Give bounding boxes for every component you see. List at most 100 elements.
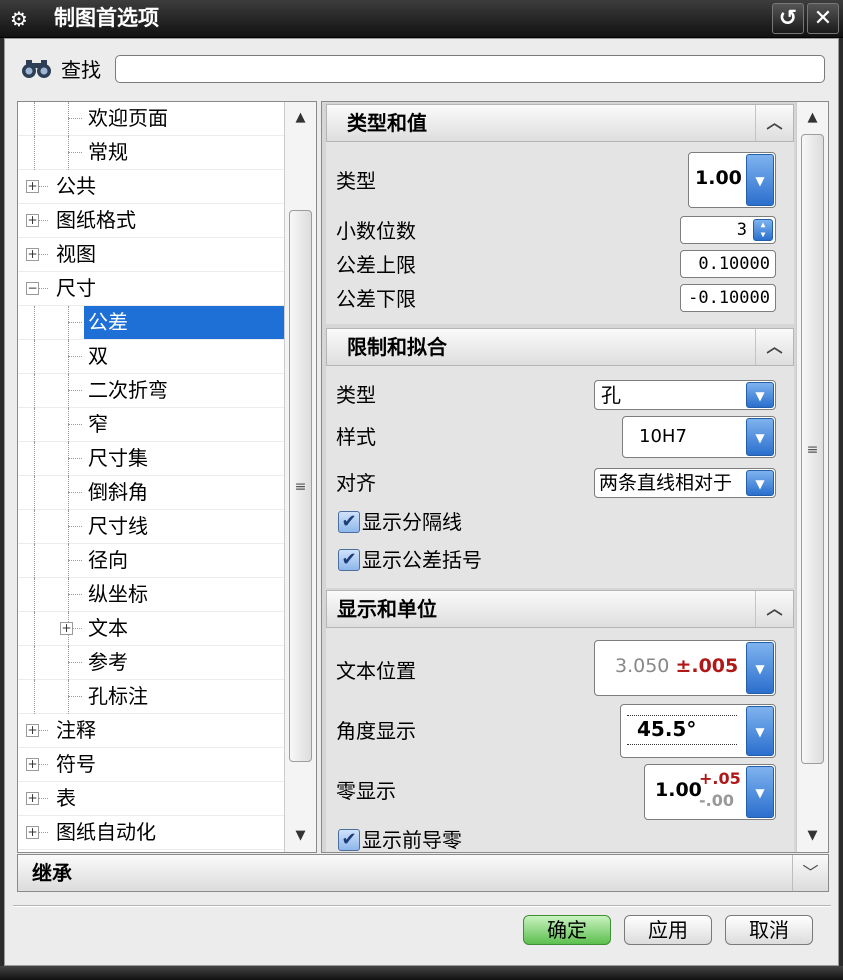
tree-item-label: 视图	[56, 242, 96, 266]
tree-scrollbar[interactable]: ▲ ≡ ▼	[284, 102, 316, 852]
tree-item[interactable]: 窄	[18, 408, 284, 442]
expand-icon[interactable]: +	[26, 248, 39, 261]
chevron-down-icon[interactable]: ▼	[746, 706, 774, 756]
chevron-down-icon[interactable]: ▼	[746, 642, 774, 694]
lower-limit-label: 公差下限	[336, 287, 416, 311]
expand-icon[interactable]: +	[26, 826, 39, 839]
show-brackets-label: 显示公差括号	[362, 548, 482, 572]
properties-content: 类型和值 ︿ 类型 1.00 ▼ 小数位数 3 ▲ ▼ 公差上限 0.10000 …	[322, 102, 796, 852]
chevron-down-icon[interactable]: ▼	[746, 382, 774, 408]
expand-icon[interactable]: +	[26, 758, 39, 771]
decimals-stepper[interactable]: 3 ▲ ▼	[680, 216, 776, 244]
collapse-icon[interactable]: ︿	[755, 591, 793, 627]
group-header-type-value[interactable]: 类型和值 ︿	[326, 104, 794, 142]
zero-display-dropdown[interactable]: 1.00 +.05 -.00 ▼	[644, 764, 776, 820]
expand-icon[interactable]: +	[26, 180, 39, 193]
expand-icon[interactable]: +	[60, 622, 73, 635]
fit-style-dropdown[interactable]: 10H7 ▼	[622, 416, 776, 458]
collapse-icon[interactable]: −	[26, 282, 39, 295]
close-icon[interactable]: ✕	[807, 3, 839, 34]
group-title: 显示和单位	[337, 597, 437, 621]
checkmark-icon[interactable]: ✔	[338, 829, 360, 851]
group-header-limits-fits[interactable]: 限制和拟合 ︿	[326, 328, 794, 366]
apply-button[interactable]: 应用	[624, 915, 712, 945]
scroll-thumb[interactable]: ≡	[801, 134, 824, 764]
tree-item[interactable]: 孔标注	[18, 680, 284, 714]
tree-item[interactable]: 公差	[18, 306, 284, 340]
gear-icon[interactable]: ⚙	[7, 7, 31, 31]
expand-icon[interactable]: +	[26, 792, 39, 805]
tree-item[interactable]: + 视图	[18, 238, 284, 272]
expand-icon[interactable]: +	[26, 214, 39, 227]
inherit-section[interactable]: 继承 ﹀	[17, 854, 829, 892]
chevron-down-icon[interactable]: ▼	[746, 470, 774, 496]
tree-item[interactable]: 倒斜角	[18, 476, 284, 510]
lower-limit-input[interactable]: -0.10000	[680, 284, 776, 312]
expand-icon[interactable]: +	[26, 724, 39, 737]
tree-guide-line	[34, 612, 35, 646]
properties-scrollbar[interactable]: ▲ ≡ ▼	[796, 102, 828, 852]
tree-item[interactable]: + 符号	[18, 748, 284, 782]
tree-guide-line	[34, 136, 35, 170]
fit-type-value: 孔	[601, 383, 621, 407]
tree-guide-line	[68, 594, 82, 595]
collapse-icon[interactable]: ︿	[755, 329, 793, 365]
tree-item[interactable]: 参考	[18, 646, 284, 680]
preference-tree: 欢迎页面 常规 + 公共 + 图纸格式 + 视图 − 尺寸 公差双二次折弯窄尺寸集 倒斜角 尺寸线 径向纵…	[17, 101, 317, 853]
tree-item-label: 符号	[56, 752, 96, 776]
collapse-icon[interactable]: ︿	[755, 105, 793, 141]
reset-icon[interactable]: ↺	[772, 3, 804, 34]
tree-guide-line	[68, 544, 69, 578]
checkmark-icon[interactable]: ✔	[338, 511, 360, 533]
scroll-up-icon[interactable]: ▲	[797, 102, 828, 134]
scroll-down-icon[interactable]: ▼	[797, 820, 828, 852]
tree-guide-line	[34, 306, 35, 340]
type-dropdown[interactable]: 1.00 ▼	[688, 152, 776, 208]
tree-item-label: 孔标注	[88, 684, 148, 708]
tree-item[interactable]: − 尺寸	[18, 272, 284, 306]
align-dropdown[interactable]: 两条直线相对于 ▼	[594, 468, 776, 498]
group-body-display-units: 文本位置 3.050 ±.005 ▼ 角度显示 45.5° ▼ 零显示 1.00	[326, 628, 794, 852]
tree-item[interactable]: 欢迎页面	[18, 102, 284, 136]
checkmark-icon[interactable]: ✔	[338, 549, 360, 571]
group-header-display-units[interactable]: 显示和单位 ︿	[326, 590, 794, 628]
tree-item-label: 双	[88, 344, 108, 368]
window-title: 制图首选项	[54, 6, 159, 30]
chevron-down-icon[interactable]: ﹀	[792, 855, 828, 891]
stepper-arrows-icon[interactable]: ▲ ▼	[753, 219, 773, 241]
tree-guide-line	[68, 306, 69, 340]
text-position-preview: 3.050 ±.005	[615, 655, 738, 677]
tree-item[interactable]: 纵坐标	[18, 578, 284, 612]
tree-item[interactable]: + 文本	[18, 612, 284, 646]
angle-display-label: 角度显示	[336, 719, 416, 743]
chevron-down-icon[interactable]: ▼	[746, 766, 774, 818]
tree-item[interactable]: 尺寸集	[18, 442, 284, 476]
fit-type-dropdown[interactable]: 孔 ▼	[594, 380, 776, 410]
cancel-button[interactable]: 取消	[725, 915, 813, 945]
tree-item[interactable]: 二次折弯	[18, 374, 284, 408]
tree-item[interactable]: 双	[18, 340, 284, 374]
angle-display-dropdown[interactable]: 45.5° ▼	[620, 704, 776, 758]
upper-limit-input[interactable]: 0.10000	[680, 250, 776, 278]
find-input[interactable]	[115, 55, 825, 83]
tree-item[interactable]: + 表	[18, 782, 284, 816]
tree-guide-line	[68, 442, 69, 476]
tree-guide-line	[34, 578, 35, 612]
chevron-down-icon[interactable]: ▼	[746, 154, 774, 206]
scroll-up-icon[interactable]: ▲	[285, 102, 316, 134]
tree-item[interactable]: + 注释	[18, 714, 284, 748]
tree-item[interactable]: 尺寸线	[18, 510, 284, 544]
ok-button[interactable]: 确定	[523, 915, 611, 945]
tree-item-label: 纵坐标	[88, 582, 148, 606]
tree-item[interactable]: + 图纸自动化	[18, 816, 284, 850]
scroll-down-icon[interactable]: ▼	[285, 820, 316, 852]
tree-item[interactable]: 径向	[18, 544, 284, 578]
tree-item[interactable]: + 公共	[18, 170, 284, 204]
align-value: 两条直线相对于	[599, 472, 733, 494]
tree-item[interactable]: + 图纸格式	[18, 204, 284, 238]
text-position-dropdown[interactable]: 3.050 ±.005 ▼	[594, 640, 776, 696]
tree-item-label: 参考	[88, 650, 128, 674]
tree-item[interactable]: 常规	[18, 136, 284, 170]
scroll-thumb[interactable]: ≡	[289, 210, 312, 762]
chevron-down-icon[interactable]: ▼	[746, 418, 774, 456]
